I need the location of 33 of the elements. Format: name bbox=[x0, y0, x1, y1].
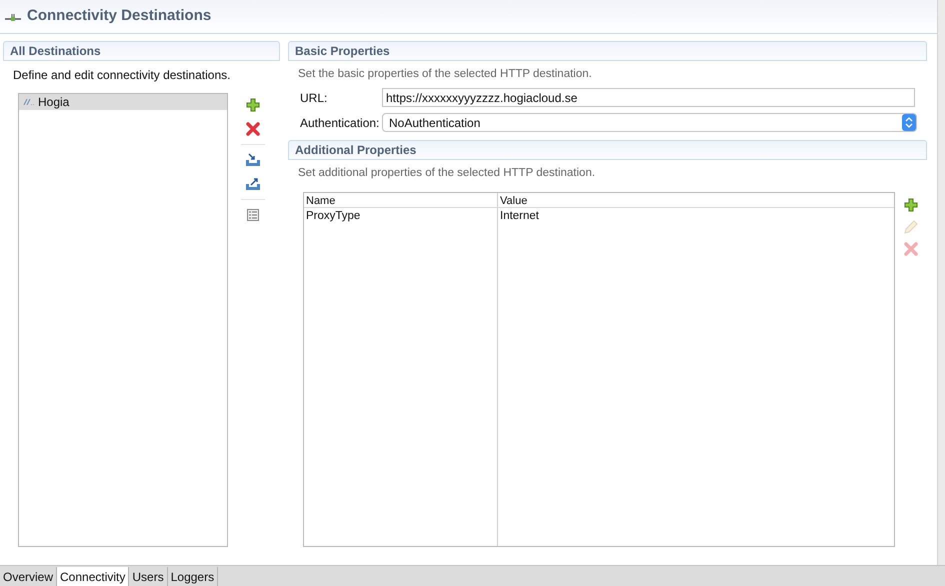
tray-in-icon bbox=[245, 153, 261, 167]
authentication-select[interactable]: NoAuthentication bbox=[382, 113, 917, 132]
section-title: Basic Properties bbox=[295, 43, 390, 60]
destination-item[interactable]: Hogia bbox=[19, 94, 227, 110]
destinations-description: Define and edit connectivity destinations. bbox=[13, 67, 232, 84]
details-button[interactable] bbox=[244, 206, 262, 224]
column-header[interactable]: Name bbox=[304, 192, 498, 206]
close-icon bbox=[904, 242, 918, 256]
plus-icon bbox=[904, 198, 918, 212]
pencil-icon bbox=[903, 218, 919, 234]
add-button[interactable] bbox=[902, 196, 920, 212]
tray-out-icon bbox=[245, 177, 261, 191]
list-icon bbox=[247, 209, 259, 221]
section-title: All Destinations bbox=[10, 43, 101, 60]
table-cell-text: Internet bbox=[499, 208, 540, 222]
basic-description: Set the basic properties of the selected HTTP destination. bbox=[298, 67, 593, 82]
url-field[interactable]: https://xxxxxxyyyzzzz.hogiacloud.se bbox=[382, 88, 915, 108]
column-header[interactable]: Value bbox=[498, 192, 894, 206]
tab[interactable]: Connectivity bbox=[57, 567, 130, 586]
page-title: Connectivity Destinations bbox=[27, 6, 212, 26]
add-button[interactable] bbox=[244, 96, 262, 114]
field-label: Authentication: bbox=[300, 114, 380, 132]
delete-button[interactable] bbox=[244, 120, 262, 138]
section-title: Additional Properties bbox=[295, 142, 416, 160]
table-cell-text: ProxyType bbox=[305, 208, 362, 222]
field-label: URL: bbox=[300, 90, 328, 107]
import-button[interactable] bbox=[244, 151, 262, 169]
updown-icon bbox=[902, 114, 916, 132]
connector-icon bbox=[5, 12, 21, 22]
additional-description: Set additional properties of the selected HTTP destination. bbox=[298, 166, 596, 182]
plus-icon bbox=[246, 98, 260, 112]
slashes-icon bbox=[23, 99, 35, 105]
close-icon bbox=[246, 122, 260, 136]
